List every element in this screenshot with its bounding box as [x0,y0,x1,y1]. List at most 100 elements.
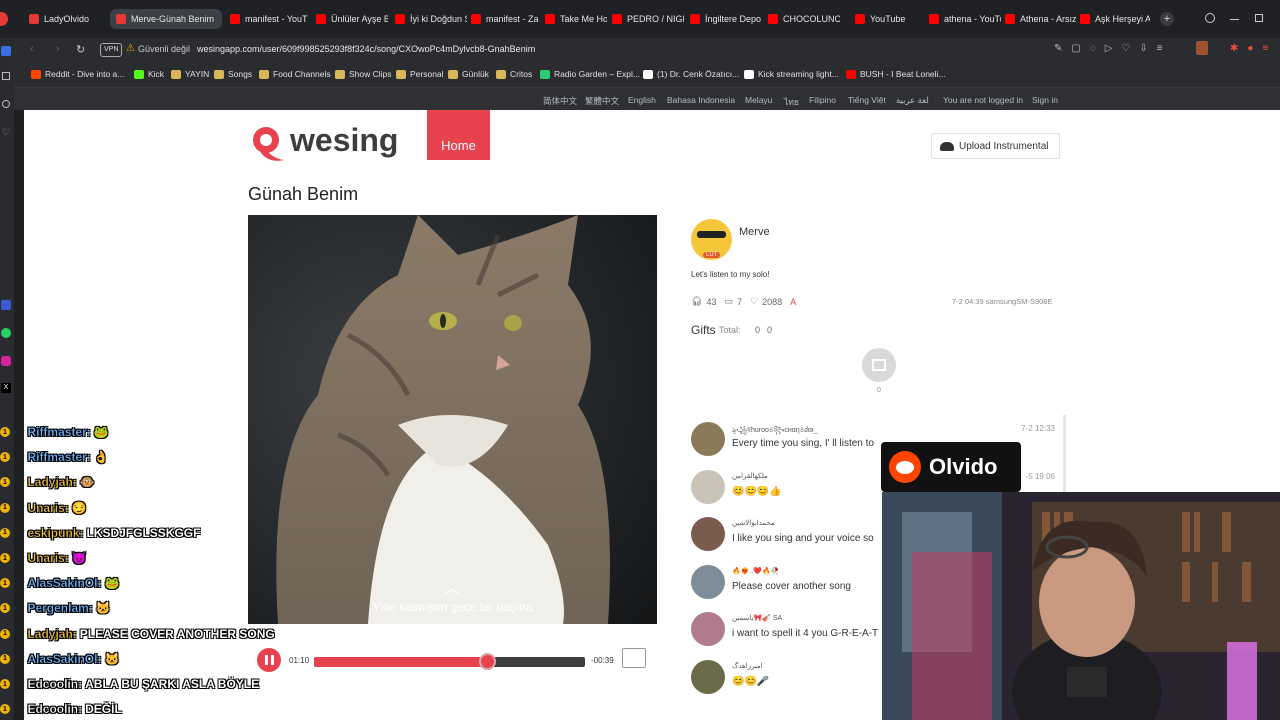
bookmark-item[interactable]: BUSH - I Beat Loneli... [846,69,946,79]
comment-avatar[interactable] [691,659,725,694]
sidebar-x-icon[interactable]: X [1,383,11,393]
wesing-logo[interactable]: wesing [248,122,398,164]
pause-button[interactable] [257,648,281,672]
browser-tab[interactable]: YouTube [855,9,917,29]
progress-knob[interactable] [479,653,497,670]
glasses-badge-icon: 👓︎ [13,602,25,613]
reload-icon[interactable]: ↻ [76,43,85,56]
sidebar-heart-icon[interactable]: ♡ [2,127,10,138]
browser-logo-icon[interactable] [0,12,8,26]
browser-tab[interactable]: CHOCOLUNCH [768,9,840,29]
tab-favicon [545,14,555,24]
browser-tab[interactable]: manifest - Zam [471,9,539,29]
sidebar-send-icon[interactable] [2,100,10,108]
audio-player: 01:10 -00:39 [248,640,656,680]
browser-tab[interactable]: Take Me Home [545,9,607,29]
bookmark-item[interactable]: Show Clips [335,69,392,79]
comment-text: i want to spell it 4 you G-R-E-A-T [732,628,879,639]
sidebar-app-icon[interactable] [1,300,11,310]
chat-message: 1 👓︎ AlasSakinOl: 🐸 [0,573,119,593]
browser-tab[interactable]: Athena - Arsız [1005,9,1085,29]
bookmark-item[interactable]: Günlük [448,69,489,79]
browser-tab[interactable]: İyi ki Doğdun S [395,9,467,29]
browser-tab[interactable]: manifest - YouT [230,9,310,29]
language-link[interactable]: 简体中文 [543,95,577,107]
minimize-button[interactable] [1230,19,1239,20]
comment-username[interactable]: محمدابوالاشين [732,519,775,527]
tab-label: YouTube [870,14,906,24]
browser-tab[interactable]: Aşk Herşeyi Af [1080,9,1150,29]
comment-username[interactable]: یاسمین🎀🎻 SA [732,614,782,622]
sidebar-whatsapp-icon[interactable] [1,328,11,338]
comment-avatar[interactable] [691,564,725,599]
back-icon[interactable]: ‹ [30,43,34,55]
bookmark-item[interactable]: Kick streaming light... [744,69,839,79]
sidebar-instagram-icon[interactable] [1,356,11,366]
comment-username[interactable]: 🔥❤️‍🔥..❤️🔥🥀 [732,567,779,575]
chat-text: 😏 [71,500,87,515]
bookmark-item[interactable]: Personal [396,69,444,79]
language-link[interactable]: English [628,95,656,105]
profile-avatar[interactable] [1196,41,1208,55]
security-label[interactable]: Güvenli değil [138,44,190,54]
bookmark-item[interactable]: (1) Dr. Cenk Özatıcı... [643,69,739,79]
user-avatar[interactable]: LUT [691,219,732,260]
maximize-button[interactable] [1255,14,1263,22]
bookmark-item[interactable]: YAYIN [171,69,209,79]
new-tab-button[interactable]: + [1160,12,1174,26]
tab-favicon [29,14,39,24]
bookmark-item[interactable]: Reddit - Dive into a... [31,69,124,79]
user-name[interactable]: Merve [739,226,770,238]
comment-username[interactable]: امیرزاهدگ [732,662,763,670]
comment-username[interactable]: ৡ꧁ষhuroo৪꧂ᴄнαη৪ძαι_ [732,424,817,439]
browser-tab[interactable]: PEDRO / NIGH [612,9,684,29]
chat-nick: Unaris: [27,551,69,565]
sidebar-tabs-icon[interactable] [2,72,10,80]
tab-favicon [230,14,240,24]
comment-avatar[interactable] [691,612,725,646]
comment-avatar[interactable] [691,469,725,504]
language-link[interactable]: Melayu [745,95,772,105]
home-tab[interactable]: Home [427,110,490,160]
lyrics-toggle-icon[interactable] [622,648,646,668]
chat-nick: Ladyjah: [27,626,77,641]
bookmark-item[interactable]: Critos [496,69,532,79]
glasses-badge-icon: 👓︎ [13,653,25,664]
search-tabs-icon[interactable] [1205,13,1215,23]
browser-tab[interactable]: LadyOlvido [29,9,91,29]
url-field[interactable]: wesingapp.com/user/609f998525293f8f324c/… [197,44,535,54]
browser-tab[interactable]: athena - YouTu [929,9,1001,29]
bookmark-item[interactable]: Food Channels [259,69,331,79]
language-link[interactable]: لغة عربية [896,95,929,106]
tab-favicon [1080,14,1090,24]
subscriber-badge-icon: 1 [0,553,10,563]
language-link[interactable]: Tiếng Việt [848,95,886,105]
browser-tab[interactable]: İngiltere Depo [690,9,762,29]
subscriber-badge-icon: 1 [0,502,10,513]
comment-username[interactable]: ملكهالقرامن [732,472,768,480]
language-link[interactable]: Filipino [809,95,836,105]
language-link[interactable]: 繁體中文 [585,95,619,107]
bookmark-item[interactable]: Kick [134,69,164,79]
upload-instrumental-button[interactable]: Upload Instrumental [931,133,1060,159]
sign-in-link[interactable]: Sign in [1032,95,1058,105]
gift-box-icon[interactable] [862,348,896,382]
sidebar-home-icon[interactable] [1,46,11,56]
comment-avatar[interactable] [691,517,725,551]
bookmark-item[interactable]: Songs [214,69,252,79]
language-link[interactable]: ไทย [784,95,799,109]
extension-icons[interactable]: ✱●≡ [1230,43,1277,54]
forward-icon[interactable]: › [56,43,60,55]
comment-time: -5 19:06 [1025,471,1055,481]
chat-message: 1 👓︎ Pergenlam: 🐱 [0,598,111,618]
browser-tab[interactable]: Merve-Günah Benim [110,9,222,29]
chat-text: PLEASE COVER ANOTHER SONG [79,626,275,641]
not-secure-icon[interactable]: ⚠ [126,43,135,54]
bookmark-item[interactable]: Radio Garden – Expl... [540,69,640,79]
comment-avatar[interactable] [691,422,725,456]
song-cover-image[interactable]: ︿ [248,215,657,624]
vpn-badge[interactable]: VPN [100,43,123,57]
language-link[interactable]: Bahasa Indonesia [667,95,735,105]
browser-tab[interactable]: Ünlüler Ayşe B [316,9,388,29]
progress-track[interactable] [314,653,585,670]
